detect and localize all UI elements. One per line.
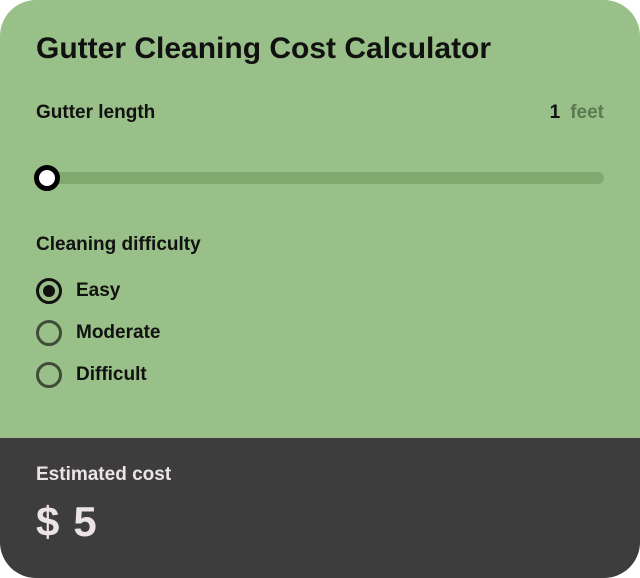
- difficulty-section: Cleaning difficulty Easy Moderate Diffic…: [36, 234, 604, 388]
- calculator-content: Gutter Cleaning Cost Calculator Gutter l…: [0, 0, 640, 438]
- difficulty-option-difficult[interactable]: Difficult: [36, 362, 604, 388]
- difficulty-option-easy[interactable]: Easy: [36, 278, 604, 304]
- length-value: 1: [550, 102, 561, 124]
- radio-dot-icon: [43, 285, 55, 297]
- slider-thumb[interactable]: [34, 165, 60, 191]
- result-label: Estimated cost: [36, 464, 604, 486]
- difficulty-radio-group: Easy Moderate Difficult: [36, 278, 604, 388]
- difficulty-option-moderate[interactable]: Moderate: [36, 320, 604, 346]
- slider-track: [36, 172, 604, 184]
- page-title: Gutter Cleaning Cost Calculator: [36, 32, 604, 66]
- radio-icon: [36, 278, 62, 304]
- cost-amount: 5: [73, 498, 96, 546]
- difficulty-label: Cleaning difficulty: [36, 234, 604, 256]
- result-cost: $ 5: [36, 498, 604, 546]
- radio-icon: [36, 320, 62, 346]
- difficulty-option-label: Moderate: [76, 322, 160, 344]
- radio-icon: [36, 362, 62, 388]
- currency-symbol: $: [36, 498, 59, 546]
- length-label: Gutter length: [36, 102, 155, 124]
- length-slider[interactable]: [36, 164, 604, 192]
- length-unit: feet: [570, 102, 604, 124]
- result-footer: Estimated cost $ 5: [0, 438, 640, 578]
- difficulty-option-label: Easy: [76, 280, 120, 302]
- difficulty-option-label: Difficult: [76, 364, 147, 386]
- calculator-card: Gutter Cleaning Cost Calculator Gutter l…: [0, 0, 640, 578]
- length-row: Gutter length 1 feet: [36, 102, 604, 146]
- length-value-group: 1 feet: [550, 102, 604, 124]
